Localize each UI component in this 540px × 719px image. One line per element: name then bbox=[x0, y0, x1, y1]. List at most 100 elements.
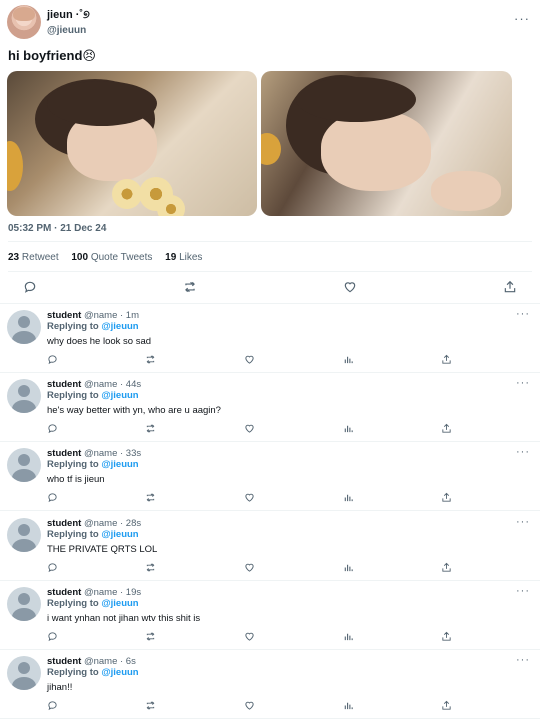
reply-header: student @name · 1m bbox=[47, 310, 139, 321]
more-icon[interactable]: ··· bbox=[516, 655, 530, 666]
reply-author-name[interactable]: student bbox=[47, 310, 81, 321]
heart-icon[interactable] bbox=[244, 631, 255, 642]
tweet-timestamp[interactable]: 05:32 PM · 21 Dec 24 bbox=[8, 223, 106, 234]
reply-header: student @name · 33s bbox=[47, 448, 141, 459]
replying-to: Replying to @jieuun bbox=[47, 598, 139, 609]
tweet-photo-1[interactable] bbox=[7, 71, 257, 216]
more-icon[interactable]: ··· bbox=[516, 447, 530, 458]
avatar[interactable] bbox=[7, 310, 41, 344]
likes-label: Likes bbox=[179, 252, 203, 263]
more-icon[interactable]: ··· bbox=[516, 378, 530, 389]
heart-icon[interactable] bbox=[244, 700, 255, 711]
reply-header: student @name · 6s bbox=[47, 656, 136, 667]
share-icon[interactable] bbox=[441, 700, 452, 711]
retweets-stat[interactable]: 23 Retweet bbox=[8, 252, 59, 263]
retweet-icon[interactable] bbox=[145, 700, 156, 711]
mention-link[interactable]: @jieuun bbox=[101, 529, 138, 540]
reply-actions bbox=[0, 423, 540, 437]
reply-author-name[interactable]: student bbox=[47, 518, 81, 529]
reply-tweet[interactable]: student @name · 28s ··· Replying to @jie… bbox=[0, 512, 540, 581]
reply-tweet[interactable]: student @name · 19s ··· Replying to @jie… bbox=[0, 581, 540, 650]
reply-tweet[interactable]: student @name · 44s ··· Replying to @jie… bbox=[0, 373, 540, 443]
replying-prefix: Replying to bbox=[47, 459, 99, 471]
tweet-actions bbox=[0, 280, 540, 298]
more-icon[interactable]: ··· bbox=[516, 516, 530, 527]
avatar[interactable] bbox=[7, 656, 41, 690]
more-icon[interactable]: ··· bbox=[516, 309, 530, 320]
replying-to: Replying to @jieuun bbox=[47, 390, 139, 401]
more-icon[interactable]: ··· bbox=[516, 585, 530, 596]
mention-link[interactable]: @jieuun bbox=[101, 667, 138, 678]
reply-author-name[interactable]: student bbox=[47, 656, 81, 667]
share-icon[interactable] bbox=[441, 492, 452, 503]
tweet-photo-2[interactable] bbox=[261, 71, 512, 216]
avatar[interactable] bbox=[7, 448, 41, 483]
reply-icon[interactable] bbox=[47, 423, 58, 434]
reply-header: student @name · 19s bbox=[47, 587, 141, 598]
reply-meta: @name · 33s bbox=[83, 448, 142, 460]
retweet-icon[interactable] bbox=[145, 631, 156, 642]
author-display-name[interactable]: jieun ·˚୭ bbox=[47, 9, 90, 22]
retweet-icon[interactable] bbox=[183, 280, 197, 294]
reply-actions bbox=[0, 700, 540, 714]
views-icon[interactable] bbox=[343, 354, 354, 365]
author-handle[interactable]: @jieuun bbox=[47, 25, 86, 36]
mention-link[interactable]: @jieuun bbox=[101, 598, 138, 609]
retweet-icon[interactable] bbox=[145, 354, 156, 365]
reply-author-name[interactable]: student bbox=[47, 379, 81, 390]
share-icon[interactable] bbox=[441, 631, 452, 642]
reply-header: student @name · 28s bbox=[47, 518, 141, 529]
reply-actions bbox=[0, 492, 540, 506]
reply-text: THE PRIVATE QRTS LOL bbox=[47, 543, 158, 555]
retweet-icon[interactable] bbox=[145, 562, 156, 573]
heart-icon[interactable] bbox=[244, 354, 255, 365]
views-icon[interactable] bbox=[343, 423, 354, 434]
retweet-icon[interactable] bbox=[145, 492, 156, 503]
mention-link[interactable]: @jieuun bbox=[101, 459, 138, 470]
replying-prefix: Replying to bbox=[47, 667, 99, 678]
heart-icon[interactable] bbox=[343, 280, 357, 294]
views-icon[interactable] bbox=[343, 492, 354, 503]
reply-icon[interactable] bbox=[23, 280, 37, 294]
replying-prefix: Replying to bbox=[47, 528, 99, 540]
reply-author-name[interactable]: student bbox=[47, 587, 81, 598]
views-icon[interactable] bbox=[343, 631, 354, 642]
more-icon[interactable]: ··· bbox=[514, 12, 530, 25]
replying-to: Replying to @jieuun bbox=[47, 529, 139, 540]
reply-tweet[interactable]: student @name · 6s ··· Replying to @jieu… bbox=[0, 650, 540, 719]
reply-meta: @name · 6s bbox=[83, 656, 136, 667]
avatar[interactable] bbox=[7, 517, 41, 552]
reply-tweet[interactable]: student @name · 33s ··· Replying to @jie… bbox=[0, 442, 540, 512]
likes-count: 19 bbox=[165, 252, 177, 263]
reply-tweet[interactable]: student @name · 1m ··· Replying to @jieu… bbox=[0, 304, 540, 373]
reply-actions bbox=[0, 354, 540, 368]
likes-stat[interactable]: 19 Likes bbox=[165, 252, 202, 263]
reply-icon[interactable] bbox=[47, 354, 58, 365]
retweets-label: Retweet bbox=[21, 252, 59, 263]
views-icon[interactable] bbox=[343, 700, 354, 711]
share-icon[interactable] bbox=[441, 354, 452, 365]
reply-author-name[interactable]: student bbox=[47, 448, 81, 459]
mention-link[interactable]: @jieuun bbox=[101, 390, 138, 401]
mention-link[interactable]: @jieuun bbox=[101, 321, 138, 332]
reply-meta: @name · 44s bbox=[83, 379, 142, 391]
avatar[interactable] bbox=[7, 379, 41, 414]
share-icon[interactable] bbox=[441, 423, 452, 434]
reply-actions bbox=[0, 562, 540, 576]
heart-icon[interactable] bbox=[244, 562, 255, 573]
author-avatar[interactable] bbox=[7, 5, 41, 39]
reply-icon[interactable] bbox=[47, 492, 58, 503]
share-icon[interactable] bbox=[503, 280, 517, 294]
heart-icon[interactable] bbox=[244, 423, 255, 434]
quotes-stat[interactable]: 100 Quote Tweets bbox=[71, 252, 152, 263]
reply-icon[interactable] bbox=[47, 631, 58, 642]
retweet-icon[interactable] bbox=[145, 423, 156, 434]
avatar[interactable] bbox=[7, 586, 41, 621]
views-icon[interactable] bbox=[343, 562, 354, 573]
reply-icon[interactable] bbox=[47, 700, 58, 711]
share-icon[interactable] bbox=[441, 562, 452, 573]
replying-to: Replying to @jieuun bbox=[47, 667, 139, 678]
reply-icon[interactable] bbox=[47, 562, 58, 573]
reply-meta: @name · 28s bbox=[83, 517, 142, 529]
heart-icon[interactable] bbox=[244, 492, 255, 503]
